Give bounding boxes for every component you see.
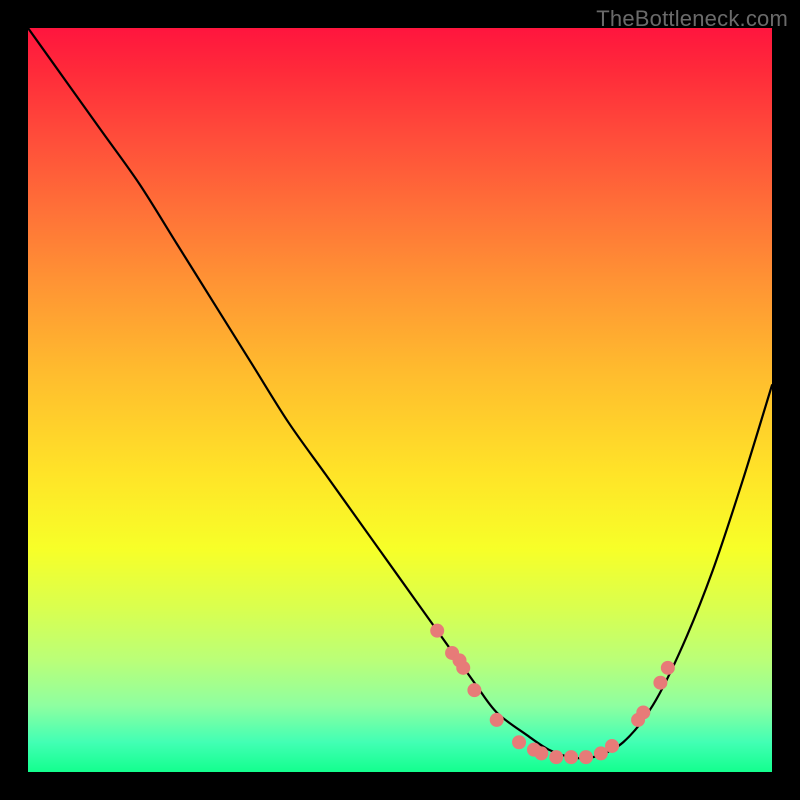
- plot-svg: [28, 28, 772, 772]
- data-point: [580, 751, 593, 764]
- data-point: [565, 751, 578, 764]
- data-point: [468, 684, 481, 697]
- data-point: [654, 676, 667, 689]
- data-point: [431, 624, 444, 637]
- chart-stage: TheBottleneck.com: [0, 0, 800, 800]
- plot-gradient-area: [28, 28, 772, 772]
- data-point: [550, 751, 563, 764]
- data-point: [594, 747, 607, 760]
- bottleneck-curve: [28, 28, 772, 758]
- data-point: [535, 747, 548, 760]
- data-point: [513, 736, 526, 749]
- data-point: [661, 661, 674, 674]
- marker-layer: [431, 624, 675, 763]
- watermark-text: TheBottleneck.com: [596, 6, 788, 32]
- data-point: [490, 713, 503, 726]
- data-point: [457, 661, 470, 674]
- data-point: [606, 739, 619, 752]
- data-point: [637, 706, 650, 719]
